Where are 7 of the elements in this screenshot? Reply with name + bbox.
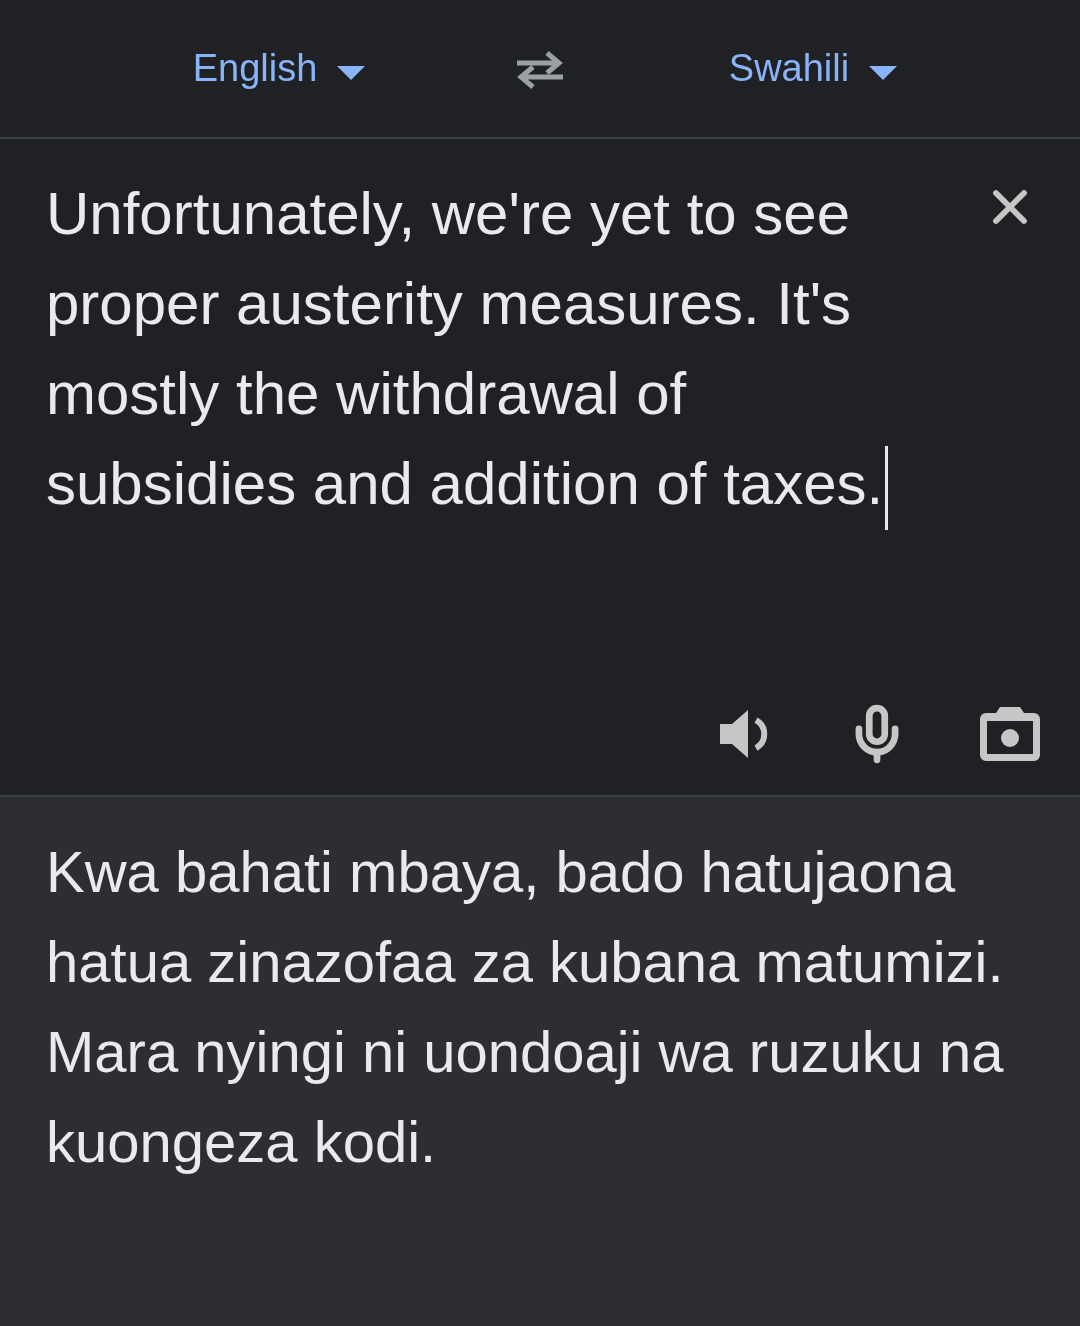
target-language-selector[interactable]: Swahili xyxy=(728,40,922,97)
camera-icon[interactable] xyxy=(978,705,1042,763)
caret-icon xyxy=(869,65,898,80)
translation-text: Kwa bahati mbaya, bado hatujaona hatua zinazofaa za kubana matumizi. Mara nyingi ni uondoaji wa ruzuku na kuongeza kodi. xyxy=(46,838,1005,1176)
caret-icon xyxy=(337,65,366,80)
source-text-input[interactable]: Unfortunately, we're yet to see proper austerity measures. It's mostly the withdrawal of subsidies and addition of taxes. xyxy=(46,169,926,531)
source-language-selector[interactable]: English xyxy=(144,40,366,97)
